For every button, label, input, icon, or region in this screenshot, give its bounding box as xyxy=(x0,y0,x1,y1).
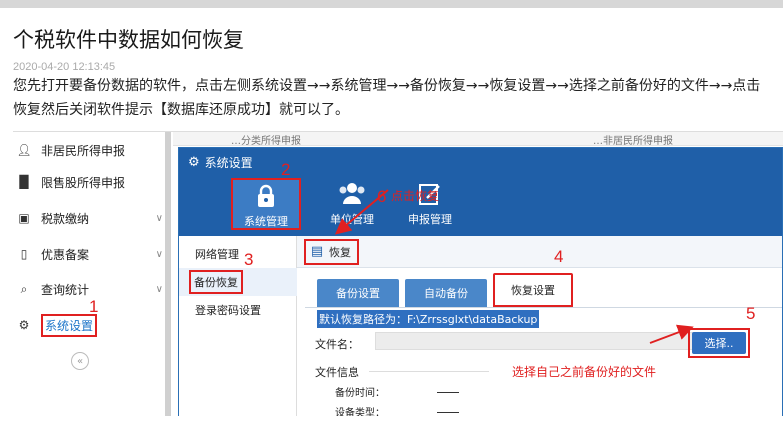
topnav-label: 单位管理 xyxy=(330,213,374,226)
step-number-6: 6 xyxy=(377,187,387,206)
chevron-down-icon: ∨ xyxy=(155,283,163,295)
menu-item-login-password[interactable]: 登录密码设置 xyxy=(179,296,297,324)
topnav-label: 申报管理 xyxy=(408,213,452,226)
sidebar-item-tax-payment[interactable]: ▣ 税款缴纳 ∨ xyxy=(13,200,171,236)
gear-icon: ⚙ xyxy=(18,318,30,332)
dialog-title-text: 系统设置 xyxy=(204,156,253,170)
device-type-value xyxy=(437,412,459,413)
app-sidebar: 👤︎ 非居民所得申报 ▐▌ 限售股所得申报 ▣ 税款缴纳 ∨ ▯ 优惠备案 ∨ … xyxy=(13,132,171,416)
menu-item-backup-restore[interactable]: 备份恢复 xyxy=(179,268,297,296)
search-icon: ⌕ xyxy=(20,281,28,296)
file-info-label: 文件信息 xyxy=(315,366,359,379)
sidebar-item-nonresident[interactable]: 👤︎ 非居民所得申报 xyxy=(13,132,171,168)
chevron-down-icon: ∨ xyxy=(155,248,163,260)
sidebar-item-label: 税款缴纳 xyxy=(41,211,90,226)
article-body: 您先打开要备份数据的软件，点击左侧系统设置→→系统管理→→备份恢复→→恢复设置→… xyxy=(13,78,761,118)
restore-button-label: 恢复 xyxy=(329,246,351,259)
dialog-left-menu: 网络管理 备份恢复 登录密码设置 xyxy=(179,236,297,416)
backup-time-label: 备份时间： xyxy=(335,388,385,399)
settings-tabs: 备份设置 自动备份 恢复设置 xyxy=(297,273,782,307)
dialog-title: ⚙ 系统设置 xyxy=(188,154,253,171)
chart-icon: ▐▌ xyxy=(14,175,34,189)
restore-settings-panel: 默认恢复路径为：F:\Zrrssglxt\dataBackup 文件名： 选择.… xyxy=(305,307,782,416)
menu-item-label: 备份恢复 xyxy=(189,270,243,294)
chevron-down-icon: ∨ xyxy=(155,212,163,224)
step-number-4: 4 xyxy=(554,247,564,266)
sidebar-item-label: 非居民所得申报 xyxy=(41,143,126,158)
tax-icon: ▣ xyxy=(18,211,30,225)
file-name-label: 文件名： xyxy=(315,338,359,351)
topnav-system-management[interactable]: 系统管理 xyxy=(231,178,301,230)
sidebar-item-preferential[interactable]: ▯ 优惠备案 ∨ xyxy=(13,236,171,272)
file-name-field[interactable] xyxy=(375,332,695,350)
system-settings-dialog: ⚙ 系统设置 系统管理 单位管理 申报管理 网络管理 备份恢复 登录密码设置 ▤… xyxy=(178,147,783,416)
restore-icon: ▤ xyxy=(310,244,324,259)
topnav-label: 系统管理 xyxy=(244,215,288,228)
select-file-button[interactable]: 选择.. xyxy=(692,332,746,354)
article: 个税软件中数据如何恢复 2020-04-20 12:13:45 您先打开要备份数… xyxy=(0,8,783,439)
article-date: 2020-04-20 12:13:45 xyxy=(13,61,116,73)
restore-button[interactable]: ▤ 恢复 xyxy=(304,239,359,265)
person-icon: 👤︎ xyxy=(16,143,32,157)
dialog-header: ⚙ 系统设置 系统管理 单位管理 申报管理 xyxy=(179,148,782,236)
sidebar-item-label: 限售股所得申报 xyxy=(41,175,126,190)
lock-icon xyxy=(233,180,299,210)
select-file-highlight: 选择.. xyxy=(688,328,750,358)
tab-restore-settings[interactable]: 恢复设置 xyxy=(493,273,573,307)
sidebar-item-label: 优惠备案 xyxy=(41,247,90,262)
sidebar-scrollbar[interactable] xyxy=(165,132,171,416)
step-number-5: 5 xyxy=(746,304,756,323)
click-restore-annotation: 点击恢复 xyxy=(391,189,440,203)
sidebar-item-label: 查询统计 xyxy=(41,282,90,297)
step-number-3: 3 xyxy=(244,250,254,269)
tab-backup-settings[interactable]: 备份设置 xyxy=(317,279,399,307)
document-icon: ▯ xyxy=(20,247,28,261)
file-info-divider xyxy=(369,371,489,372)
step-number-2: 2 xyxy=(281,160,291,179)
background-text-left: …分类所得申报 xyxy=(231,136,301,147)
menu-item-network[interactable]: 网络管理 xyxy=(179,240,297,268)
tab-auto-backup[interactable]: 自动备份 xyxy=(405,279,487,307)
background-text-right: …非居民所得申报 xyxy=(593,136,673,147)
device-type-label: 设备类型： xyxy=(335,408,385,416)
top-bar xyxy=(0,0,783,8)
dialog-toolbar: ▤ 恢复 xyxy=(297,236,782,268)
background-app-strip: …分类所得申报 …非居民所得申报 xyxy=(173,132,783,147)
article-title: 个税软件中数据如何恢复 xyxy=(13,28,244,52)
default-path-text: 默认恢复路径为：F:\Zrrssglxt\dataBackup xyxy=(317,310,540,328)
choose-file-annotation: 选择自己之前备份好的文件 xyxy=(512,365,657,379)
collapse-sidebar-button[interactable]: « xyxy=(71,352,89,370)
topnav-declaration-management[interactable]: 申报管理 xyxy=(395,178,465,230)
backup-time-value xyxy=(437,392,459,393)
menu-item-label: 登录密码设置 xyxy=(195,304,261,317)
menu-item-label: 网络管理 xyxy=(195,248,239,261)
step-number-1: 1 xyxy=(89,297,99,316)
sidebar-item-restricted-stock[interactable]: ▐▌ 限售股所得申报 xyxy=(13,164,171,200)
screenshot-figure: 👤︎ 非居民所得申报 ▐▌ 限售股所得申报 ▣ 税款缴纳 ∨ ▯ 优惠备案 ∨ … xyxy=(13,131,783,416)
gear-icon: ⚙ xyxy=(188,155,200,170)
